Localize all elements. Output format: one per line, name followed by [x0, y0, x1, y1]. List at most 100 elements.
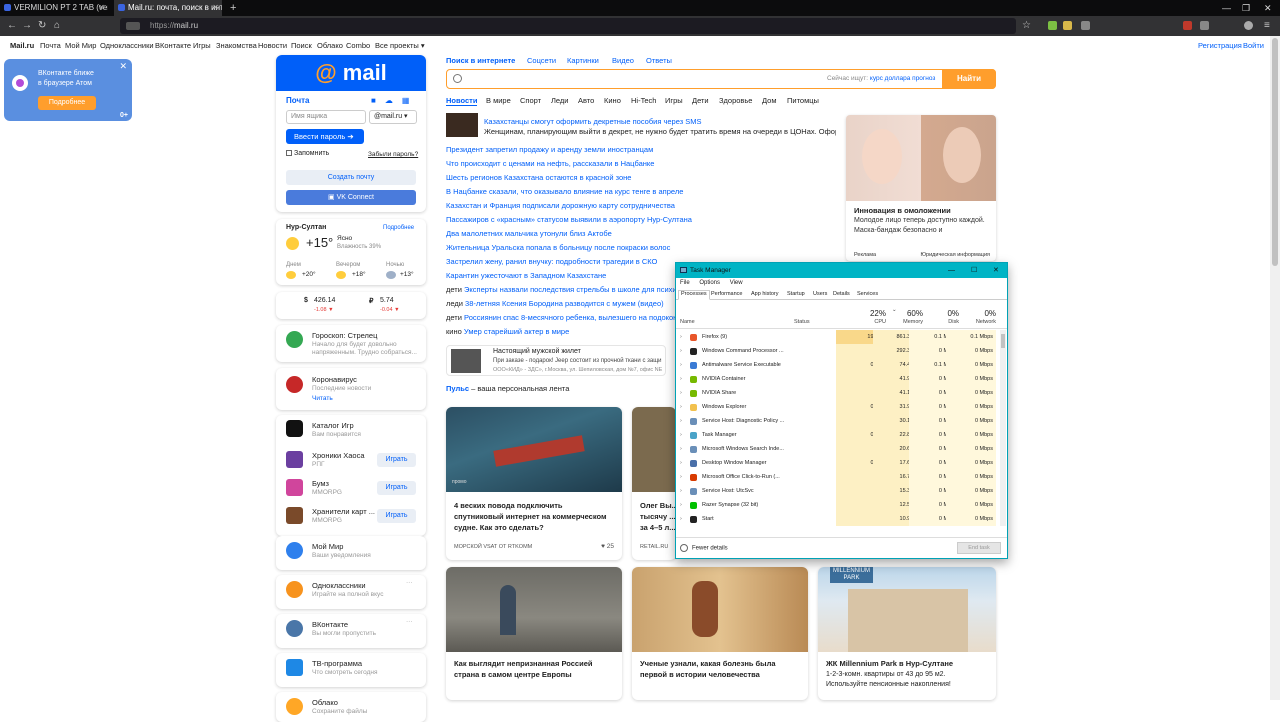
news-tab[interactable]: Здоровье: [719, 96, 752, 105]
search-tab-images[interactable]: Картинки: [567, 56, 599, 65]
process-row[interactable]: ›Microsoft Windows Search Inde...0%20.6 …: [676, 442, 1001, 456]
tm-menu-options[interactable]: Options: [699, 280, 720, 286]
browser-tab-active[interactable]: Mail.ru: почта, поиск в интерне✕: [114, 0, 222, 16]
register-link[interactable]: Регистрация: [1198, 36, 1242, 56]
search-button[interactable]: Найти: [942, 69, 996, 89]
checkbox-icon[interactable]: [286, 150, 292, 157]
close-icon[interactable]: ✕: [993, 263, 999, 278]
account-icon[interactable]: [1244, 21, 1253, 30]
news-tab[interactable]: Кино: [604, 96, 621, 105]
currency-card[interactable]: $ 426.14 -1.08 ▼ ₽ 5.74 -0.04 ▼: [276, 292, 426, 319]
news-tab[interactable]: Дети: [692, 96, 709, 105]
news-tab[interactable]: Игры: [665, 96, 683, 105]
vk-connect-button[interactable]: ▣ VK Connect: [286, 190, 416, 205]
play-button[interactable]: Играть: [377, 481, 416, 495]
play-button[interactable]: Играть: [377, 453, 416, 467]
process-row[interactable]: ›NVIDIA Container0%41.9 MB0 MB/s0 Mbps: [676, 372, 1001, 386]
vk-card[interactable]: ВКонтакте Вы могли пропустить ···: [276, 614, 426, 648]
minimize-icon[interactable]: —: [948, 263, 955, 278]
news-item[interactable]: Два малолетних мальчика утонули близ Акт…: [446, 229, 836, 238]
col-network-pct[interactable]: 0%: [946, 309, 996, 318]
process-row[interactable]: ›Microsoft Office Click-to-Run (...0%16.…: [676, 470, 1001, 484]
maximize-icon[interactable]: ❐: [1242, 0, 1250, 16]
expand-chevron-icon[interactable]: ›: [680, 442, 682, 456]
tm-menu-file[interactable]: File: [680, 280, 690, 286]
horoscope-card[interactable]: Гороскоп: Стрелец Начало для будет довол…: [276, 325, 426, 362]
news-tab[interactable]: В мире: [486, 96, 511, 105]
news-tab-news[interactable]: Новости: [446, 96, 478, 106]
expand-chevron-icon[interactable]: ›: [680, 400, 682, 414]
fewer-details-button[interactable]: Fewer details: [680, 544, 728, 552]
vk-promo-more-button[interactable]: Подробнее: [38, 96, 96, 110]
tm-tab-processes[interactable]: Processes: [678, 290, 710, 300]
close-icon[interactable]: ✕: [119, 61, 127, 72]
process-row[interactable]: ›Razer Synapse (32 bit)0%12.5 MB0 MB/s0 …: [676, 498, 1001, 512]
news-tab[interactable]: Дом: [762, 96, 777, 105]
process-row[interactable]: ›Firefox (9)19.8%861.3 MB0.1 MB/s0.1 Mbp…: [676, 330, 1001, 344]
reload-icon[interactable]: ↻: [38, 20, 46, 32]
search-tab-answers[interactable]: Ответы: [646, 56, 672, 65]
read-link[interactable]: Читать: [312, 395, 333, 402]
expand-chevron-icon[interactable]: ›: [680, 330, 682, 344]
coronavirus-card[interactable]: Коронавирус Последние новости Читать: [276, 368, 426, 410]
service-title[interactable]: Каталог Игр: [312, 421, 354, 430]
nav-all-projects[interactable]: Все проекты ▾: [375, 36, 425, 56]
expand-chevron-icon[interactable]: ›: [680, 456, 682, 470]
tm-tab-startup[interactable]: Startup: [787, 291, 805, 297]
tm-tab-performance[interactable]: Performance: [711, 291, 743, 297]
nav-cloud[interactable]: Облако: [317, 36, 343, 56]
news-item[interactable]: Жительница Уральска попала в больницу по…: [446, 243, 836, 252]
browser-tab[interactable]: VERMILION PT 2 TAB (ver 7) by✕: [0, 0, 108, 16]
expand-chevron-icon[interactable]: ›: [680, 344, 682, 358]
tm-tab-services[interactable]: Services: [857, 291, 878, 297]
search-input[interactable]: Сейчас ищут: курс доллара прогноз Найти: [446, 69, 996, 89]
enter-password-button[interactable]: Ввести пароль ➔: [286, 129, 364, 144]
nav-vk[interactable]: ВКонтакте: [155, 36, 191, 56]
pulse-card[interactable]: промо 4 веских повода подключить спутник…: [446, 407, 622, 560]
tv-card[interactable]: ТВ-программа Что смотреть сегодня: [276, 653, 426, 687]
news-tab[interactable]: Леди: [551, 96, 569, 105]
news-item[interactable]: Пассажиров с «красным» статусом выявили …: [446, 215, 836, 224]
weather-card[interactable]: Нур-Султан Подробнее +15° Ясно Влажность…: [276, 219, 426, 285]
more-icon[interactable]: ···: [406, 618, 413, 625]
top-news-title[interactable]: Казахстанцы смогут оформить декретные по…: [484, 117, 836, 126]
forward-icon[interactable]: →: [22, 20, 32, 32]
cloud-card[interactable]: Облако Сохраните файлы: [276, 692, 426, 722]
extension-icon[interactable]: [1048, 21, 1057, 30]
back-icon[interactable]: ←: [7, 20, 17, 32]
search-tab-video[interactable]: Видео: [612, 56, 634, 65]
nav-ok[interactable]: Одноклассники: [100, 36, 154, 56]
calendar-icon[interactable]: ▦: [402, 96, 419, 105]
nav-mymir[interactable]: Мой Мир: [65, 36, 96, 56]
news-tab[interactable]: Питомцы: [787, 96, 819, 105]
tm-tab-app-history[interactable]: App history: [751, 291, 779, 297]
search-tab-social[interactable]: Соцсети: [527, 56, 556, 65]
pulse-card[interactable]: Олег Вы... тысячу ... за 4–5 л... RETAIL…: [632, 407, 676, 560]
process-row[interactable]: ›NVIDIA Share0%41.1 MB0 MB/s0 Mbps: [676, 386, 1001, 400]
weather-more-link[interactable]: Подробнее: [383, 225, 414, 231]
mail-title[interactable]: Почта: [286, 96, 309, 105]
tm-tab-users[interactable]: Users: [813, 291, 827, 297]
cloud-icon[interactable]: ☁: [385, 96, 402, 105]
extension-icon[interactable]: [1063, 21, 1072, 30]
more-icon[interactable]: ···: [406, 579, 413, 586]
menu-icon[interactable]: ≡: [1264, 20, 1270, 32]
pulse-card[interactable]: Ученые узнали, какая болезнь была первой…: [632, 567, 808, 700]
expand-chevron-icon[interactable]: ›: [680, 372, 682, 386]
ad-legal-link[interactable]: Юридическая информация: [920, 252, 990, 258]
news-item[interactable]: В Нацбанке сказали, что оказывало влияни…: [446, 187, 836, 196]
process-row[interactable]: ›Service Host: Diagnostic Policy ...0%30…: [676, 414, 1001, 428]
game-title[interactable]: Бумз: [312, 479, 329, 488]
video-call-icon[interactable]: ■: [371, 96, 385, 105]
ad-card[interactable]: Инновация в омоложении Молодое лицо тепе…: [846, 115, 996, 261]
close-tab-icon[interactable]: ✕: [98, 0, 105, 16]
scrollbar-thumb[interactable]: [1272, 38, 1278, 266]
nav-games[interactable]: Игры: [193, 36, 211, 56]
news-item[interactable]: Президент запретил продажу и аренду земл…: [446, 145, 836, 154]
bookmark-star-icon[interactable]: ☆: [1022, 20, 1031, 32]
process-row[interactable]: ›Service Host: UtcSvc0%15.3 MB0 MB/s0 Mb…: [676, 484, 1001, 498]
top-news-image[interactable]: [446, 113, 478, 137]
end-task-button[interactable]: End task: [957, 542, 1001, 554]
url-bar[interactable]: https://mail.ru: [120, 18, 1016, 34]
expand-chevron-icon[interactable]: ›: [680, 414, 682, 428]
